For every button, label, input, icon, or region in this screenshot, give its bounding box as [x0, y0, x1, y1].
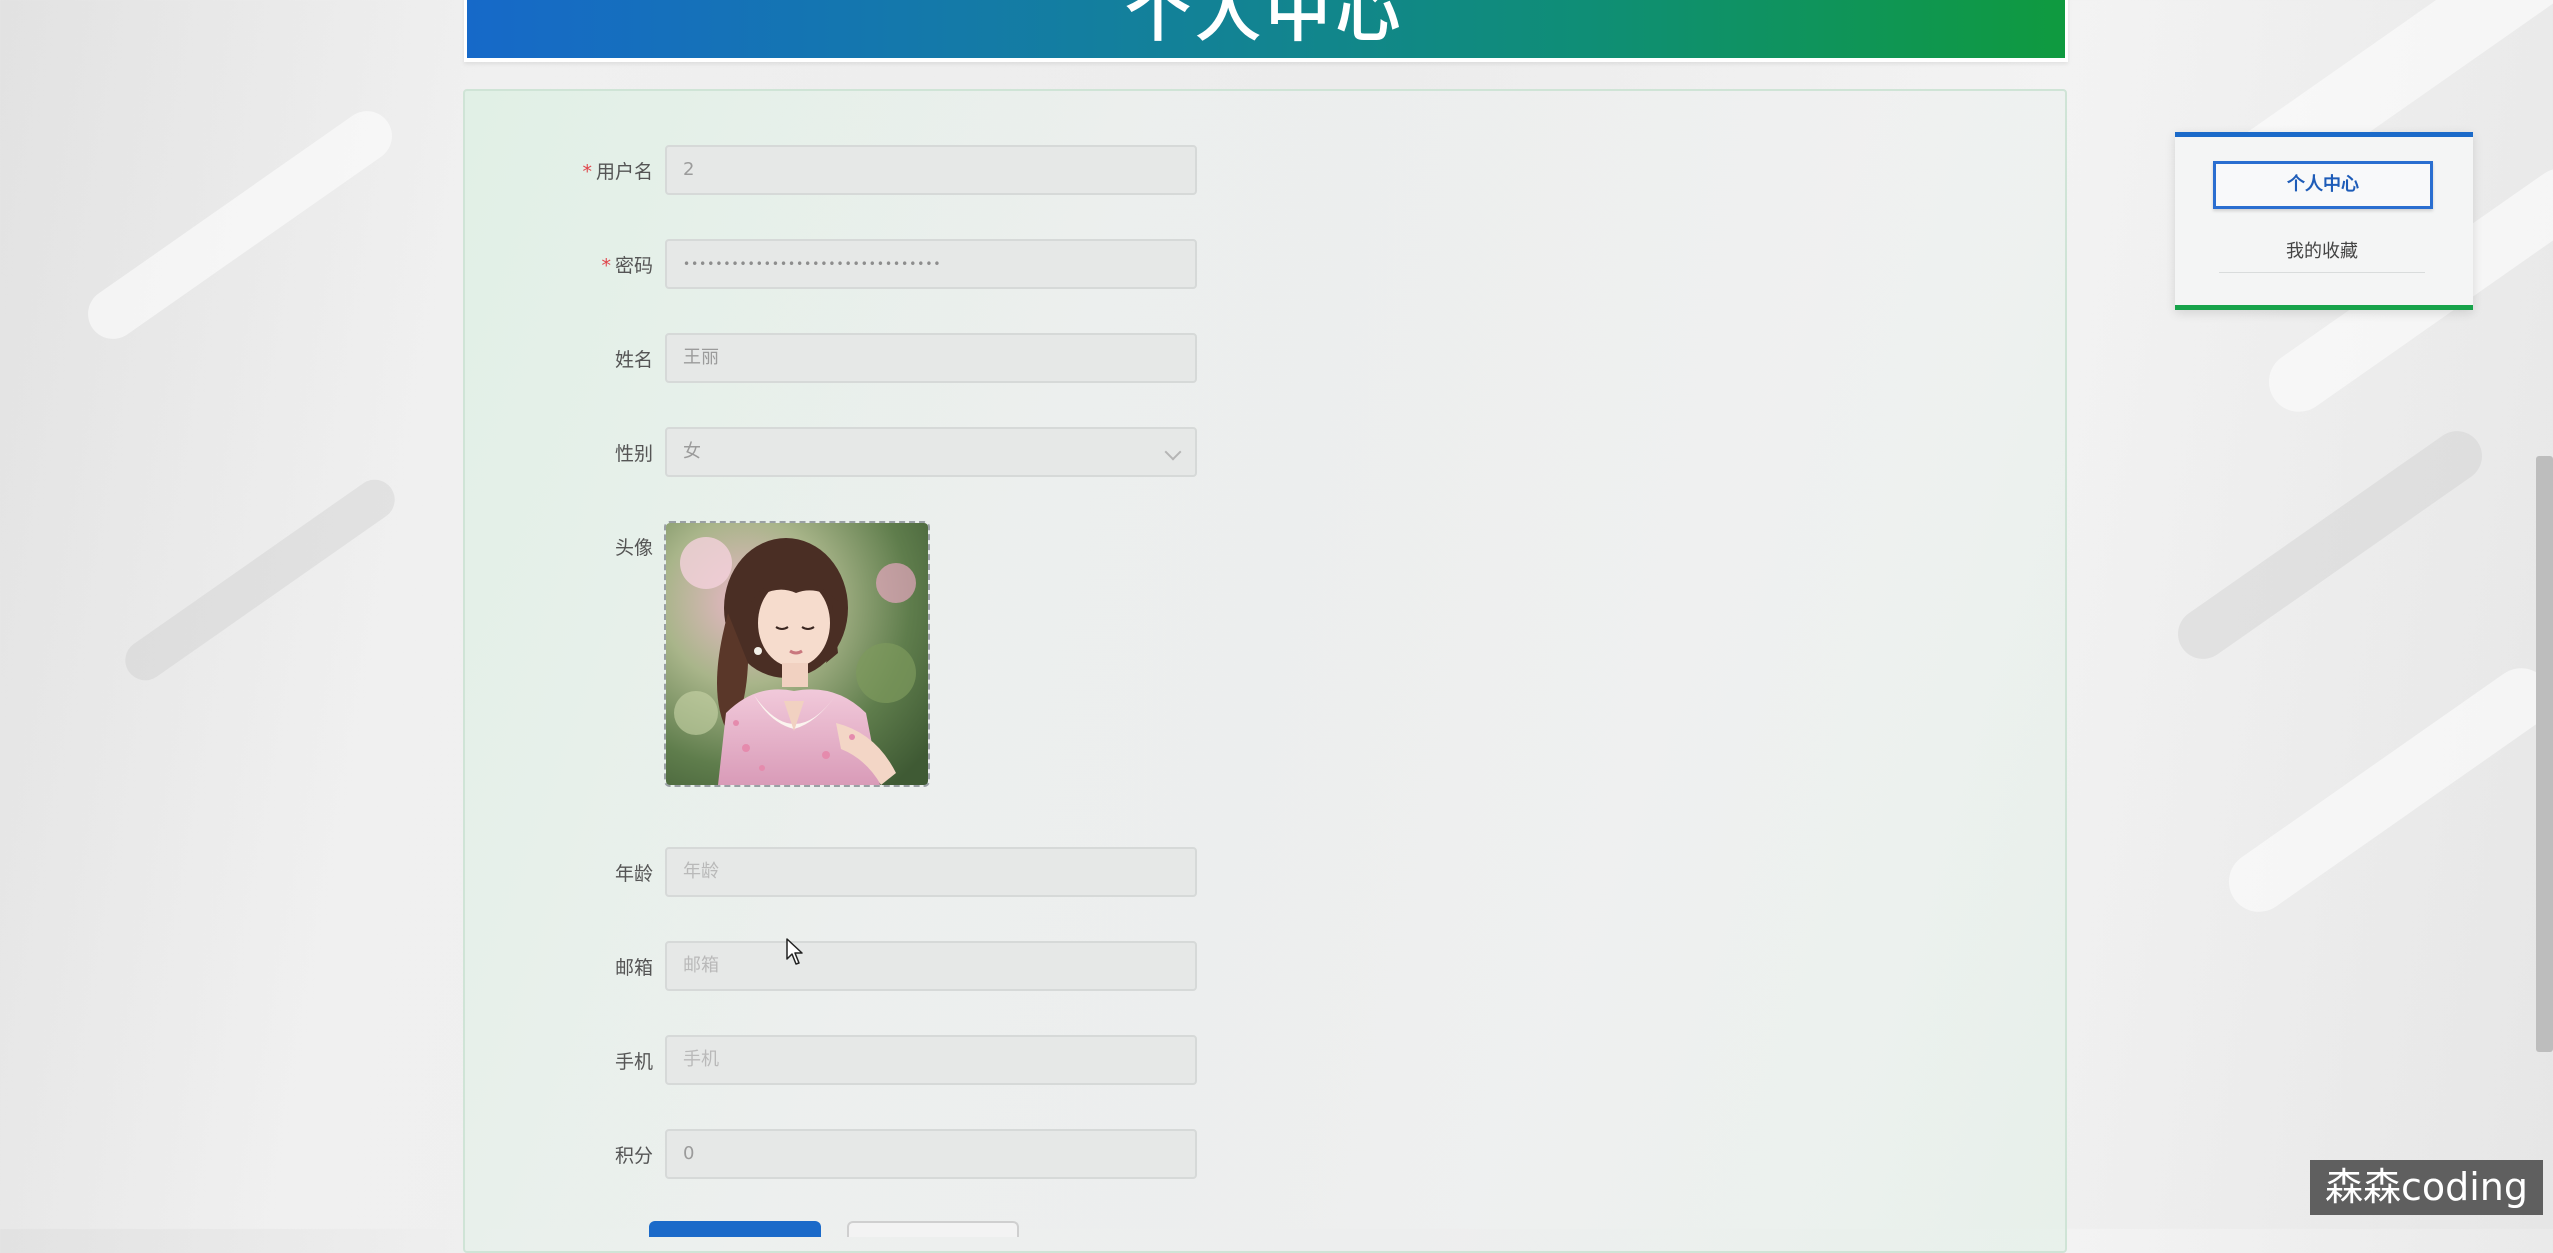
gender-label: 性别 — [614, 443, 653, 465]
label-column: 年龄 — [465, 847, 653, 901]
background-streak — [2217, 656, 2553, 924]
points-label: 积分 — [614, 1145, 653, 1167]
password-label-text: 密码 — [614, 255, 653, 277]
form-row-name: 姓名 王丽 — [465, 333, 1265, 387]
label-column: 头像 — [465, 521, 653, 575]
label-column: 积分 — [465, 1129, 653, 1183]
form-row-points: 积分 0 — [465, 1129, 1265, 1183]
avatar-photo — [666, 523, 928, 785]
background-streak — [78, 101, 402, 349]
gender-select-value: 女 — [683, 441, 701, 462]
label-column: 手机 — [465, 1035, 653, 1089]
age-label: 年龄 — [614, 863, 653, 885]
required-mark: * — [601, 255, 611, 277]
watermark: 森森coding — [2310, 1160, 2543, 1215]
background-streak — [2168, 421, 2492, 669]
phone-input[interactable]: 手机 — [665, 1035, 1197, 1085]
username-label-text: 用户名 — [595, 161, 653, 183]
form-row-email: 邮箱 邮箱 — [465, 941, 1265, 995]
label-column: 姓名 — [465, 333, 653, 387]
mouse-cursor-icon — [786, 938, 803, 965]
menu-item-profile[interactable]: 个人中心 — [2213, 161, 2433, 209]
label-column: 性别 — [465, 427, 653, 481]
username-input[interactable]: 2 — [665, 145, 1197, 195]
page-title: 个人中心 — [1126, 0, 1406, 51]
background-streak — [117, 471, 403, 689]
menu-item-favorites[interactable]: 我的收藏 — [2219, 232, 2425, 273]
form-row-age: 年龄 年龄 — [465, 847, 1265, 901]
page-header-banner: 个人中心 — [464, 0, 2068, 62]
form-row-phone: 手机 手机 — [465, 1035, 1265, 1089]
form-row-avatar: 头像 — [465, 521, 1265, 791]
email-input[interactable]: 邮箱 — [665, 941, 1197, 991]
chevron-down-icon — [1164, 443, 1182, 461]
form-row-password: * 密码 •••••••••••••••••••••••••••••••• — [465, 239, 1265, 293]
password-label: * 密码 — [533, 239, 653, 293]
email-label: 邮箱 — [614, 957, 653, 979]
password-input[interactable]: •••••••••••••••••••••••••••••••• — [665, 239, 1197, 289]
label-column: * 密码 — [465, 239, 653, 293]
label-column: 邮箱 — [465, 941, 653, 995]
gender-select[interactable]: 女 — [665, 427, 1197, 477]
avatar-upload[interactable] — [664, 521, 930, 787]
phone-label: 手机 — [614, 1051, 653, 1073]
name-input[interactable]: 王丽 — [665, 333, 1197, 383]
name-label: 姓名 — [614, 349, 653, 371]
user-menu-card: 个人中心 我的收藏 — [2175, 132, 2473, 310]
age-input[interactable]: 年龄 — [665, 847, 1197, 897]
form-row-gender: 性别 女 — [465, 427, 1265, 481]
update-button[interactable] — [649, 1221, 821, 1237]
form-row-username: * 用户名 2 — [465, 145, 1265, 199]
points-input[interactable]: 0 — [665, 1129, 1197, 1179]
label-column: * 用户名 — [465, 145, 653, 199]
page-scrollbar[interactable] — [2536, 456, 2553, 1052]
logout-button[interactable] — [847, 1221, 1019, 1237]
profile-form-panel: * 用户名 2 * 密码 •••••••••••••••••••••••••••••… — [463, 89, 2473, 1253]
username-label: * 用户名 — [533, 145, 653, 199]
avatar-label: 头像 — [614, 537, 653, 559]
required-mark: * — [582, 161, 592, 183]
